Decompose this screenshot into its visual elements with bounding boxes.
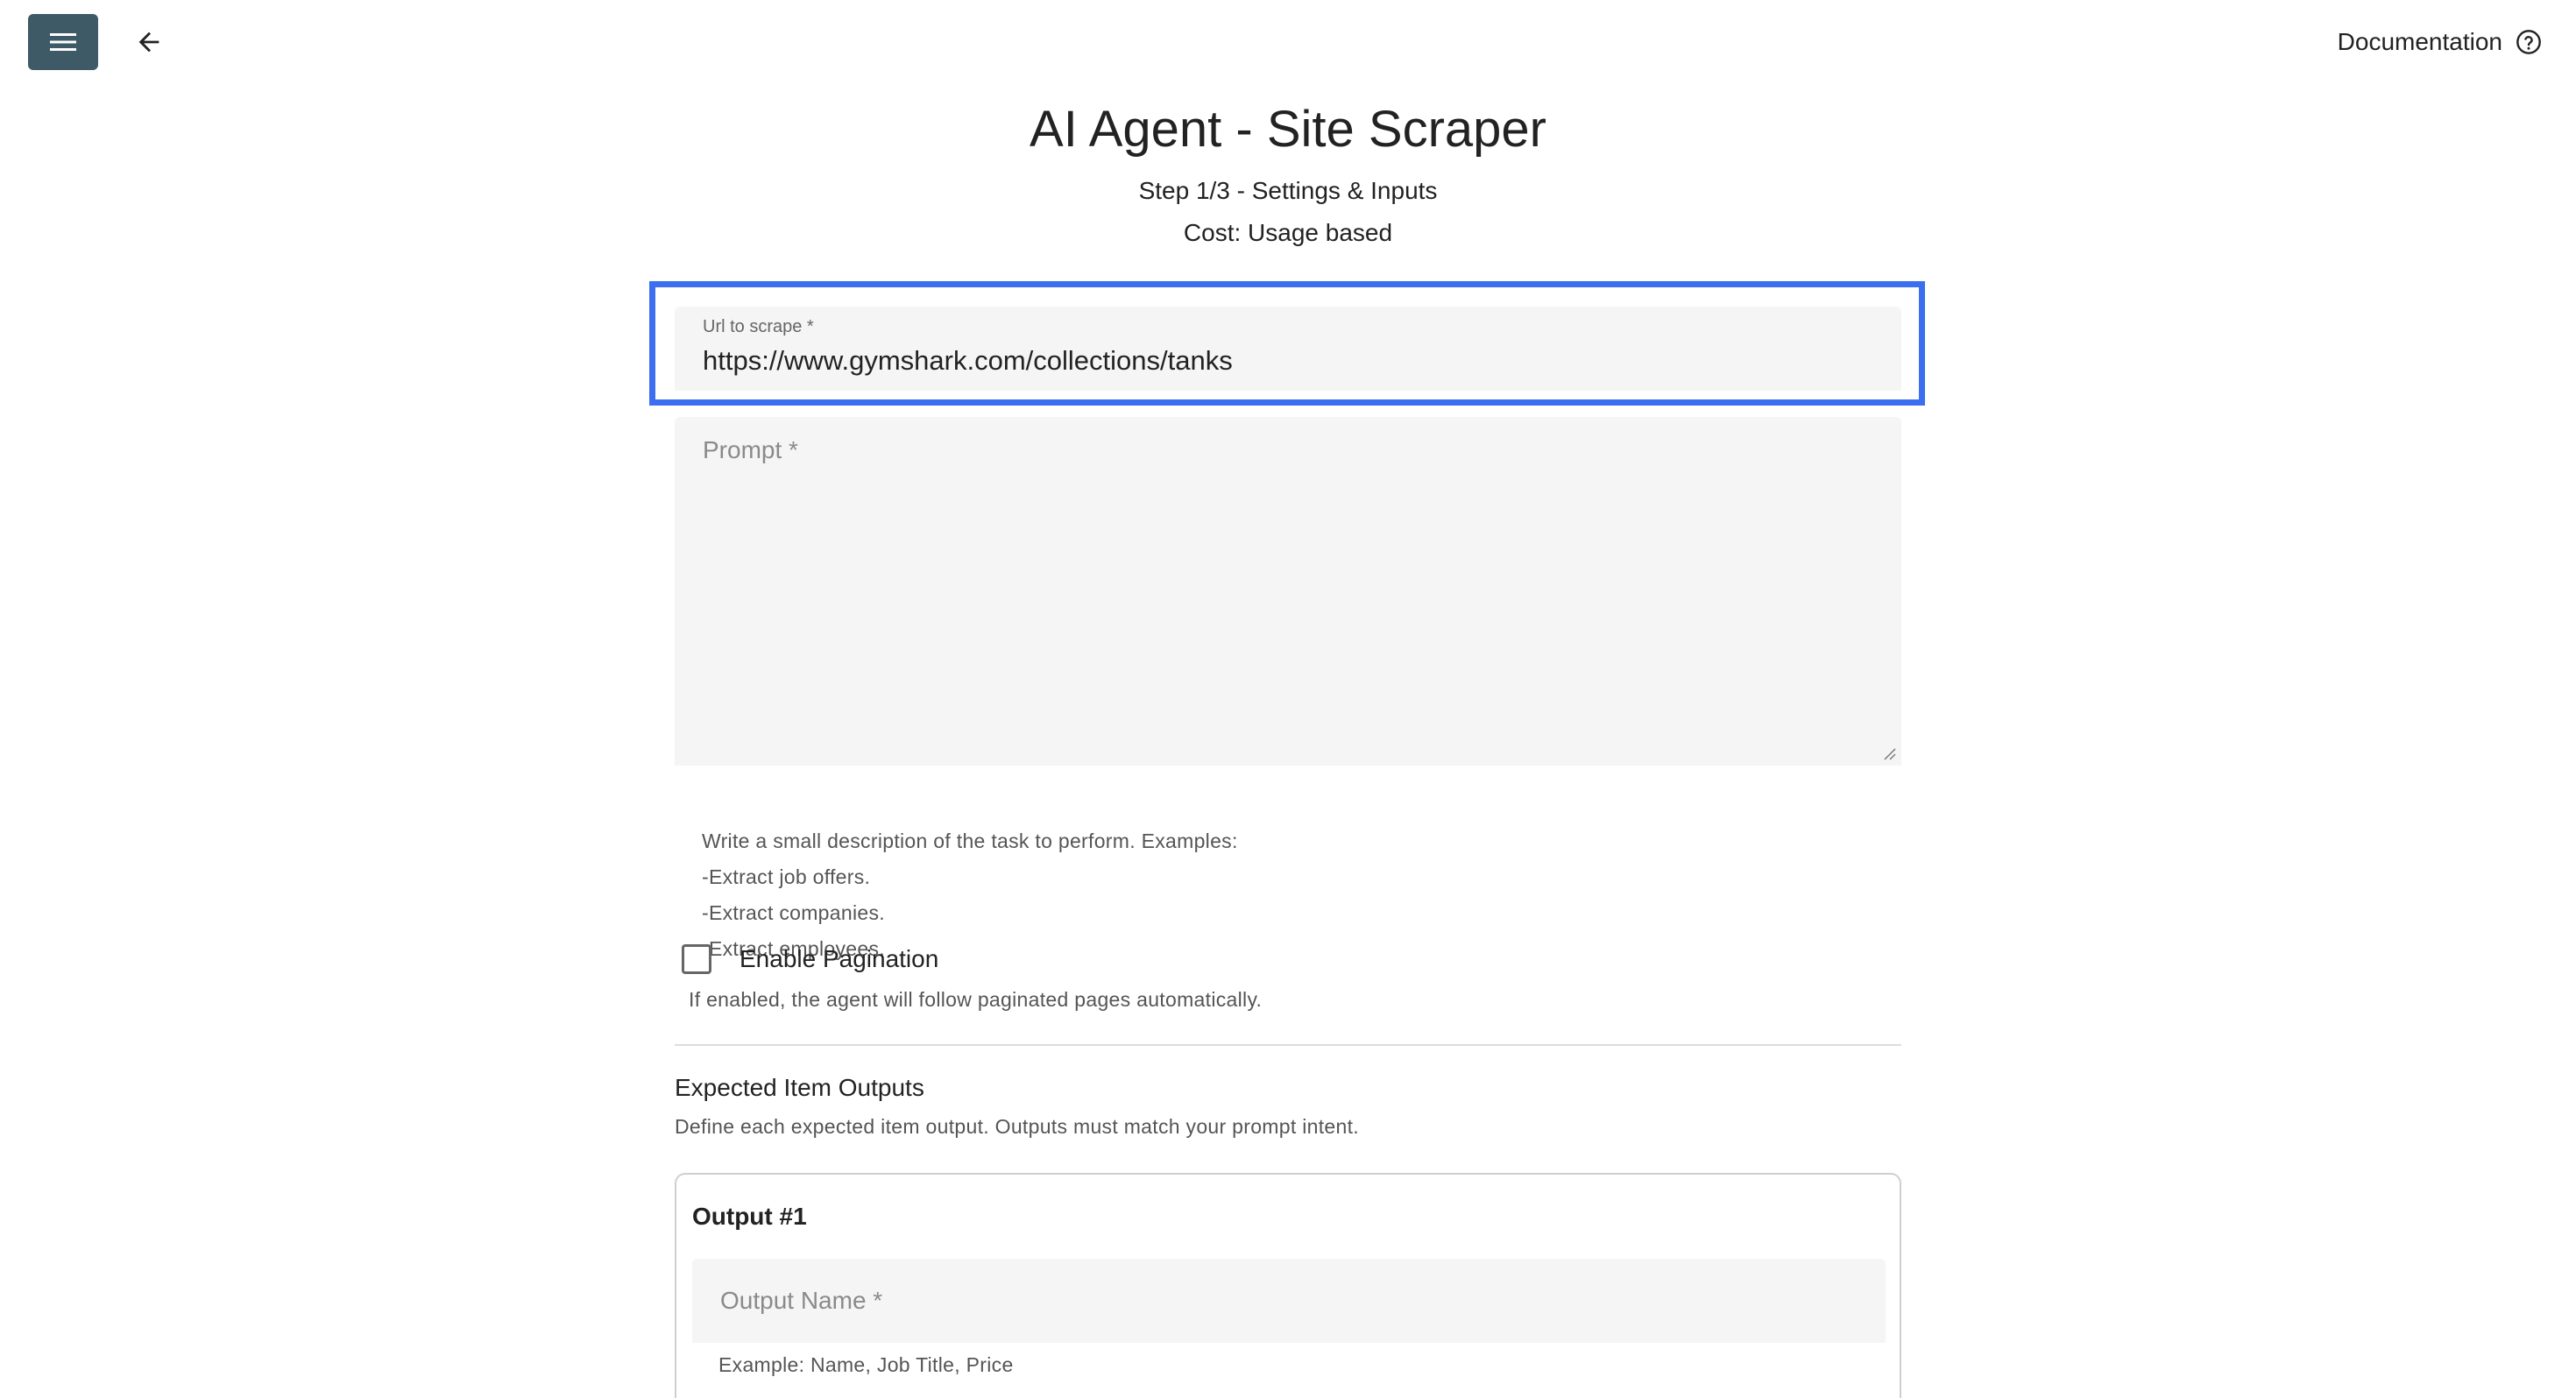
prompt-hint-line: -Extract job offers. — [702, 865, 871, 888]
output-name-hint: Example: Name, Job Title, Price — [718, 1353, 1014, 1376]
documentation-label: Documentation — [2337, 28, 2502, 55]
outputs-section-description: Define each expected item output. Output… — [675, 1115, 1359, 1138]
step-indicator: Step 1/3 - Settings & Inputs — [1138, 177, 1438, 204]
pagination-checkbox[interactable] — [682, 944, 711, 974]
output-name-field[interactable] — [692, 1259, 1886, 1343]
output-name-input[interactable] — [720, 1283, 1851, 1318]
prompt-field[interactable] — [675, 417, 1901, 766]
url-field[interactable]: Url to scrape * — [675, 307, 1901, 391]
help-circle-icon — [2516, 30, 2541, 54]
url-input[interactable] — [703, 343, 1868, 378]
output-card-title: Output #1 — [692, 1203, 807, 1230]
cost-info: Cost: Usage based — [1183, 219, 1393, 246]
page-title: AI Agent - Site Scraper — [1030, 101, 1546, 158]
prompt-input[interactable] — [703, 436, 1868, 734]
pagination-help-text: If enabled, the agent will follow pagina… — [689, 988, 1263, 1011]
arrow-left-icon — [138, 32, 159, 53]
menu-icon — [50, 33, 76, 51]
documentation-link[interactable]: Documentation — [2338, 21, 2543, 63]
section-divider — [675, 1044, 1901, 1046]
pagination-toggle[interactable]: Enable Pagination — [682, 941, 938, 978]
back-button[interactable] — [124, 18, 173, 67]
resize-handle-icon[interactable] — [1882, 746, 1896, 760]
menu-button[interactable] — [28, 14, 98, 70]
outputs-section-title: Expected Item Outputs — [675, 1074, 924, 1101]
prompt-hint-line: Write a small description of the task to… — [702, 830, 1238, 852]
prompt-hint-line: -Extract companies. — [702, 901, 885, 924]
pagination-label[interactable]: Enable Pagination — [740, 945, 938, 973]
url-field-label: Url to scrape * — [703, 317, 814, 336]
output-card: Output #1 Example: Name, Job Title, Pric… — [675, 1173, 1901, 1398]
page: Documentation AI Agent - Site Scraper St… — [0, 0, 2576, 1398]
